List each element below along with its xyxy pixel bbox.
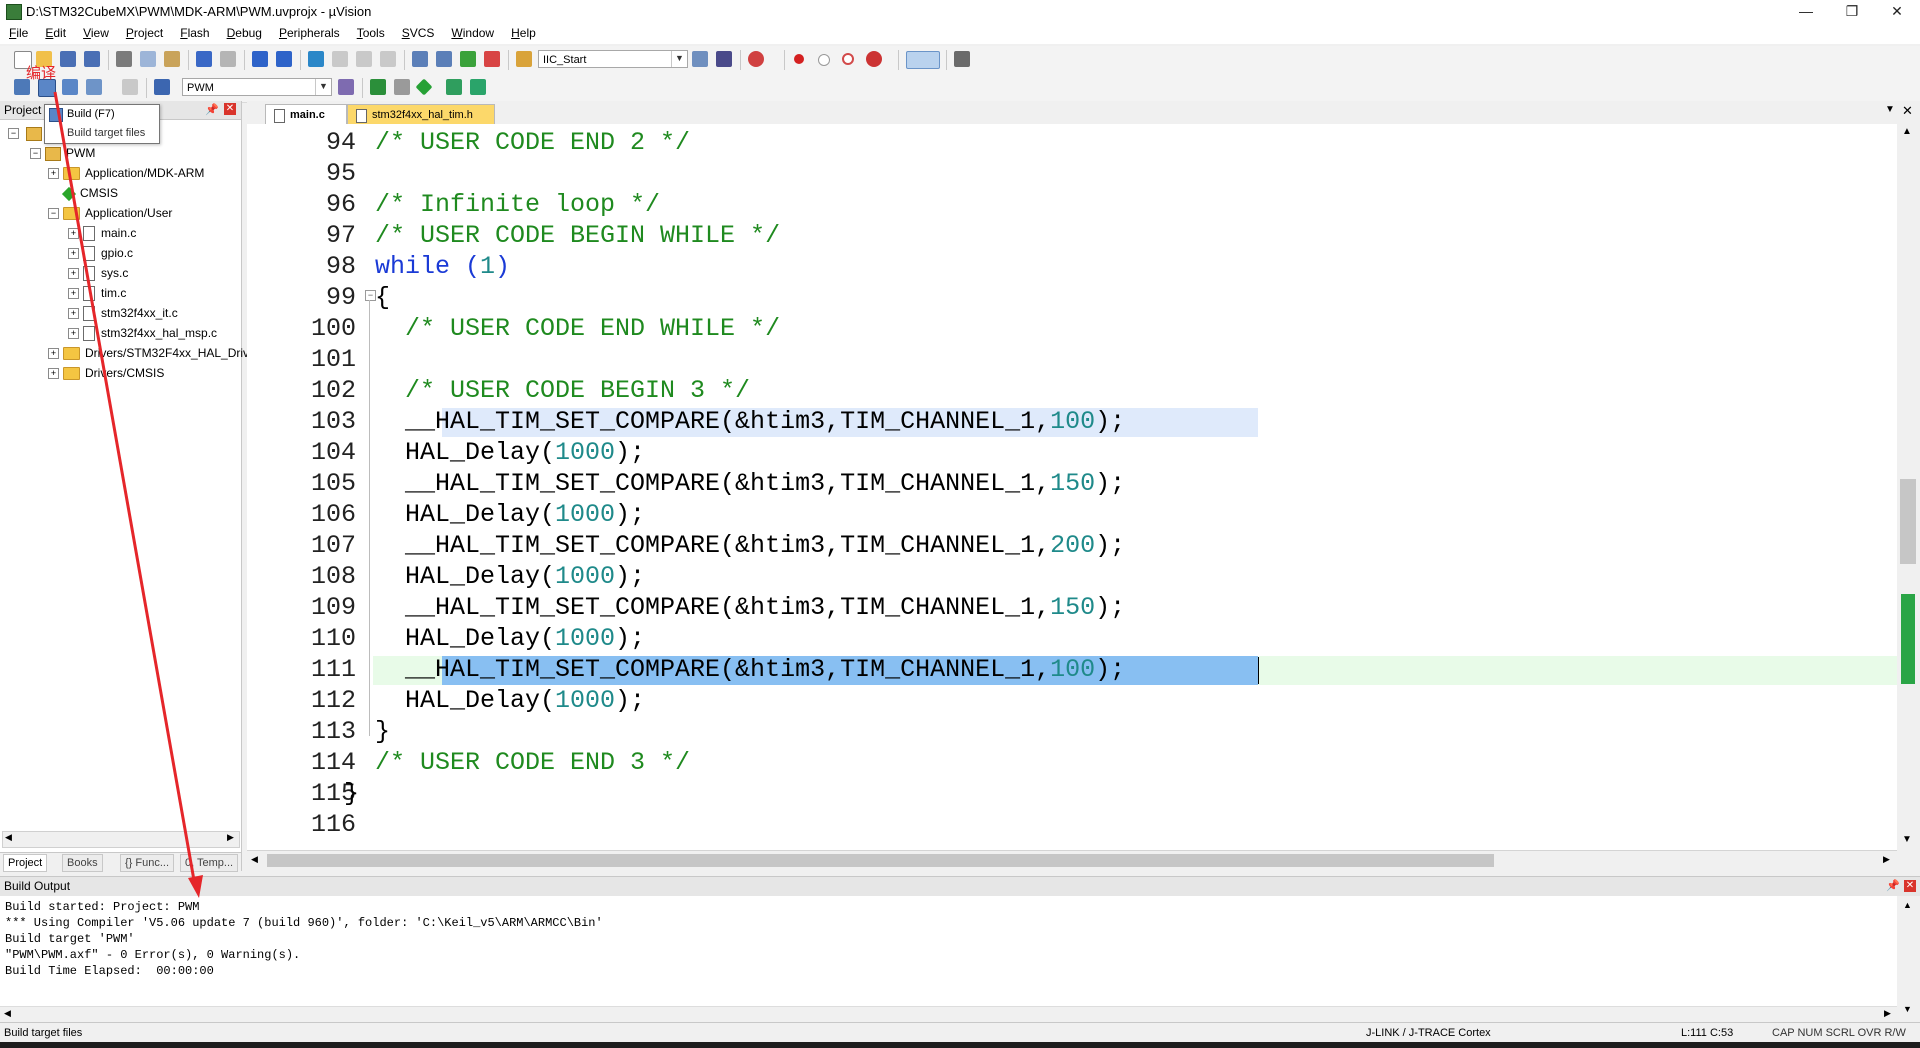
annotation-arrow: [53, 91, 203, 898]
annotation-arrow-head: [188, 875, 203, 898]
annotation-arrow-shaft: [53, 91, 197, 887]
